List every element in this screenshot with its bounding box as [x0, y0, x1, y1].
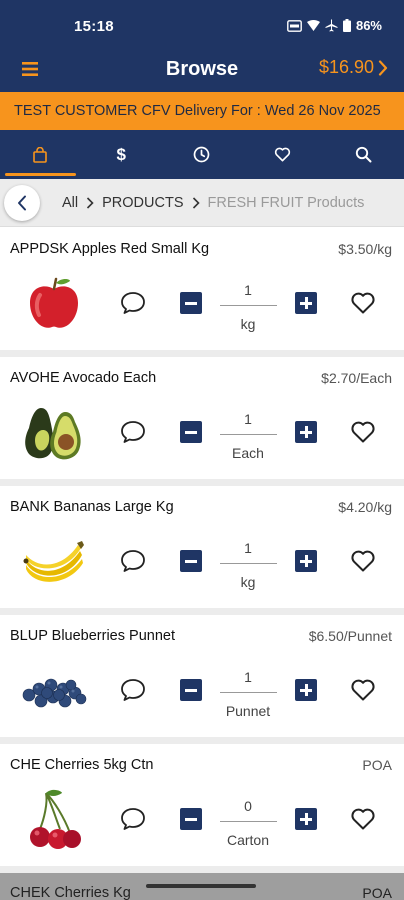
system-icons: 86%: [287, 18, 382, 33]
tab-history[interactable]: [162, 130, 243, 179]
dollar-icon: $: [116, 144, 126, 164]
quantity-value[interactable]: 1: [218, 540, 278, 556]
status-time: 15:18: [74, 18, 114, 35]
comment-icon[interactable]: [120, 291, 146, 315]
decrease-quantity-button[interactable]: [180, 550, 202, 572]
quantity-underline: [220, 434, 277, 435]
unit-label: Each: [232, 445, 264, 461]
unit-label: Carton: [226, 832, 270, 848]
product-name: CHEK Cherries Kg: [10, 885, 131, 900]
clock-icon: [194, 146, 210, 163]
app-bar: Browse $16.90: [0, 50, 404, 92]
wifi-icon: [306, 19, 320, 31]
avocado-image[interactable]: [18, 401, 90, 465]
cart-total-button[interactable]: $16.90: [319, 57, 388, 78]
back-button[interactable]: [4, 184, 40, 221]
comment-icon[interactable]: [120, 420, 146, 444]
comment-icon[interactable]: [120, 807, 146, 831]
product-name: APPDSK Apples Red Small Kg: [10, 241, 210, 257]
product-row[interactable]: BLUP Blueberries Punnet $6.50/Punnet 1 P…: [0, 615, 404, 737]
product-price: POA: [362, 757, 392, 773]
status-bar: 15:18 86%: [0, 0, 404, 50]
product-list[interactable]: APPDSK Apples Red Small Kg $3.50/kg 1 kg…: [0, 228, 404, 900]
comment-icon[interactable]: [120, 549, 146, 573]
chevron-right-icon: [378, 59, 388, 76]
gesture-home-bar[interactable]: [146, 884, 256, 888]
quantity-value[interactable]: 0: [218, 798, 278, 814]
tab-search[interactable]: [323, 130, 404, 179]
product-row[interactable]: CHE Cherries 5kg Ctn POA 0 Carton: [0, 744, 404, 866]
top-header: 15:18 86% Browse $16.90: [0, 0, 404, 92]
airplane-icon: [325, 19, 338, 32]
favourite-heart-icon[interactable]: [350, 549, 376, 573]
product-row[interactable]: BANK Bananas Large Kg $4.20/kg 1 kg: [0, 486, 404, 608]
breadcrumb-trail: All PRODUCTS FRESH FRUIT Products: [62, 195, 364, 211]
product-price: POA: [362, 885, 392, 900]
sim-card-icon: [287, 19, 302, 32]
delivery-banner[interactable]: TEST CUSTOMER CFV Delivery For : Wed 26 …: [0, 92, 404, 130]
breadcrumb: All PRODUCTS FRESH FRUIT Products: [0, 179, 404, 227]
battery-icon: [342, 19, 351, 32]
breadcrumb-all[interactable]: All: [62, 195, 78, 211]
quantity-underline: [220, 821, 277, 822]
blueberry-image[interactable]: [18, 659, 90, 723]
quantity-value[interactable]: 1: [218, 411, 278, 427]
unit-label: kg: [240, 316, 256, 332]
decrease-quantity-button[interactable]: [180, 292, 202, 314]
quantity-underline: [220, 305, 277, 306]
increase-quantity-button[interactable]: [295, 292, 317, 314]
unit-label: Punnet: [225, 703, 271, 719]
search-icon: [355, 146, 372, 163]
unit-label: kg: [240, 574, 256, 590]
quantity-value[interactable]: 1: [218, 669, 278, 685]
tab-pricing[interactable]: $: [81, 130, 162, 179]
product-name: BLUP Blueberries Punnet: [10, 628, 175, 644]
quantity-underline: [220, 563, 277, 564]
comment-icon[interactable]: [120, 678, 146, 702]
breadcrumb-current: FRESH FRUIT Products: [207, 194, 365, 211]
increase-quantity-button[interactable]: [295, 550, 317, 572]
quantity-underline: [220, 692, 277, 693]
decrease-quantity-button[interactable]: [180, 421, 202, 443]
product-row[interactable]: APPDSK Apples Red Small Kg $3.50/kg 1 kg: [0, 228, 404, 350]
product-row[interactable]: AVOHE Avocado Each $2.70/Each 1 Each: [0, 357, 404, 479]
favourite-heart-icon[interactable]: [350, 291, 376, 315]
tab-favourites[interactable]: [242, 130, 323, 179]
product-price: $4.20/kg: [338, 499, 392, 515]
cherry-image[interactable]: [18, 788, 90, 852]
apple-image[interactable]: [18, 272, 90, 336]
product-name: AVOHE Avocado Each: [10, 370, 157, 386]
increase-quantity-button[interactable]: [295, 679, 317, 701]
product-name: BANK Bananas Large Kg: [10, 499, 174, 515]
favourite-heart-icon[interactable]: [350, 807, 376, 831]
chevron-right-icon: [192, 196, 200, 209]
increase-quantity-button[interactable]: [295, 808, 317, 830]
quantity-value[interactable]: 1: [218, 282, 278, 298]
product-name: CHE Cherries 5kg Ctn: [10, 757, 154, 773]
heart-icon: [275, 147, 291, 162]
product-price: $2.70/Each: [321, 370, 392, 386]
tab-shop[interactable]: [0, 130, 81, 179]
shopping-bag-icon: [33, 146, 48, 163]
favourite-heart-icon[interactable]: [350, 678, 376, 702]
product-price: $6.50/Punnet: [308, 628, 392, 644]
tab-bar: $: [0, 130, 404, 179]
battery-percent: 86%: [355, 18, 382, 33]
increase-quantity-button[interactable]: [295, 421, 317, 443]
decrease-quantity-button[interactable]: [180, 808, 202, 830]
chevron-left-icon: [18, 195, 26, 210]
cart-total-amount: $16.90: [318, 57, 374, 77]
favourite-heart-icon[interactable]: [350, 420, 376, 444]
delivery-banner-text: TEST CUSTOMER CFV Delivery For : Wed 26 …: [14, 103, 381, 119]
chevron-right-icon: [86, 196, 94, 209]
breadcrumb-products[interactable]: PRODUCTS: [102, 195, 183, 211]
decrease-quantity-button[interactable]: [180, 679, 202, 701]
banana-image[interactable]: [18, 530, 90, 594]
product-price: $3.50/kg: [338, 241, 392, 257]
